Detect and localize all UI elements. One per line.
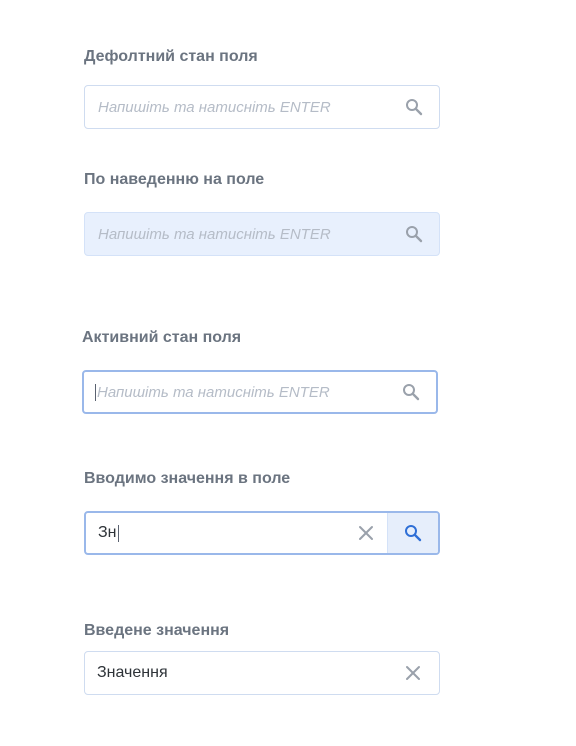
search-field-states: Дефолтний стан поля Напишіть та натисніт… [0,0,576,746]
typing-state-label: Вводимо значення в поле [84,470,291,487]
entered-state-label: Введене значення [84,622,230,639]
hover-state-label: По наведенню на поле [84,171,265,188]
search-icon [405,525,422,542]
search-icon [406,99,423,116]
text-cursor [95,383,96,401]
search-placeholder: Напишіть та натисніть ENTER [98,98,331,116]
search-field-active[interactable]: Напишіть та натисніть ENTER [82,370,438,414]
text-cursor [117,524,119,542]
search-button[interactable] [389,86,439,128]
close-icon [359,526,373,540]
search-input-value: Значення [97,664,168,681]
search-field-hover[interactable]: Напишіть та натисніть ENTER [84,212,440,256]
search-button[interactable] [386,372,436,412]
clear-button[interactable] [401,652,425,694]
search-field-default[interactable]: Напишіть та натисніть ENTER [84,85,440,129]
search-icon [403,384,420,401]
search-placeholder: Напишіть та натисніть ENTER [98,225,331,243]
default-state-label: Дефолтний стан поля [84,48,258,65]
search-field-entered[interactable]: Значення [84,651,440,695]
search-placeholder: Напишіть та натисніть ENTER [95,383,330,401]
close-icon [406,666,420,680]
search-button[interactable] [387,513,438,553]
search-icon [406,226,423,243]
clear-button[interactable] [354,513,378,553]
search-input-value: Зн [98,524,119,542]
search-field-typing[interactable]: Зн [84,511,440,555]
active-state-label: Активний стан поля [82,329,242,346]
search-button[interactable] [389,213,439,255]
